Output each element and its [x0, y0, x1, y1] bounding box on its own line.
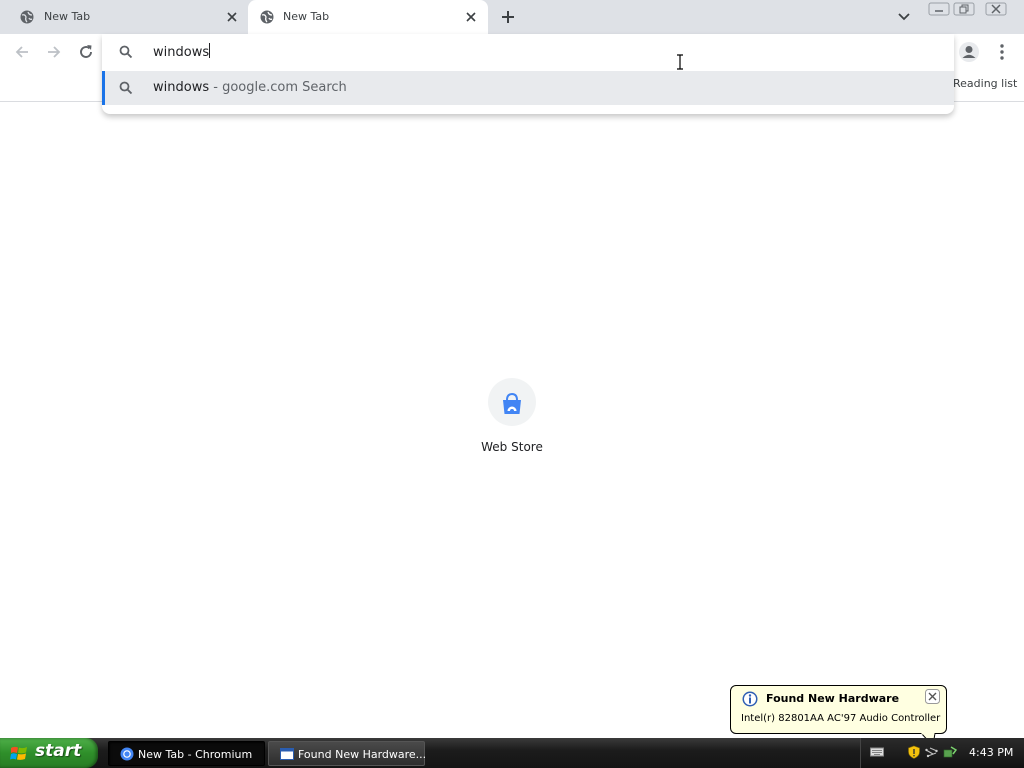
- omnibox-suggestion[interactable]: windows - google.com Search: [102, 71, 954, 105]
- taskbar: start New Tab - Chromium Found New Hardw…: [0, 738, 1024, 768]
- tab-new-tab-2[interactable]: New Tab: [248, 0, 488, 34]
- close-tab-icon[interactable]: [464, 10, 478, 24]
- suggestion-query: windows: [153, 80, 210, 95]
- close-window-icon[interactable]: [985, 2, 1007, 16]
- info-icon: [742, 691, 758, 707]
- taskbar-item-label: Found New Hardware...: [298, 748, 427, 761]
- system-tray: 4:43 PM: [860, 738, 1024, 768]
- profile-avatar-icon[interactable]: [958, 41, 980, 63]
- shortcut-web-store[interactable]: Web Store: [472, 376, 552, 466]
- search-icon: [119, 81, 133, 95]
- minimize-window-icon[interactable]: [928, 2, 950, 16]
- text-cursor-icon: [677, 54, 683, 70]
- window-icon: [280, 748, 294, 760]
- address-bar-value: windows: [153, 45, 210, 60]
- security-shield-icon[interactable]: [907, 745, 921, 759]
- hardware-icon[interactable]: [943, 745, 957, 759]
- selection-indicator: [102, 71, 105, 105]
- shortcut-label: Web Store: [481, 440, 543, 454]
- chevron-down-icon[interactable]: [897, 11, 911, 23]
- more-menu-icon[interactable]: [996, 43, 1008, 61]
- tab-new-tab-1[interactable]: New Tab: [0, 0, 246, 34]
- tab-strip: New Tab New Tab: [0, 0, 1024, 34]
- balloon-message: Intel(r) 82801AA AC'97 Audio Controller: [741, 713, 941, 724]
- network-icon[interactable]: [925, 745, 939, 759]
- keyboard-icon[interactable]: [870, 745, 884, 759]
- address-bar-input[interactable]: windows: [102, 34, 954, 70]
- text-caret: [209, 43, 211, 58]
- reload-icon[interactable]: [77, 43, 95, 61]
- shortcut-tile: [488, 378, 536, 426]
- chromium-icon: [120, 747, 134, 761]
- reading-list-button[interactable]: Reading list: [953, 77, 1017, 90]
- start-button[interactable]: start: [0, 738, 98, 768]
- clock: 4:43 PM: [969, 746, 1014, 759]
- suggestion-suffix: - google.com Search: [209, 80, 347, 95]
- forward-arrow-icon[interactable]: [45, 43, 63, 61]
- tab-title: New Tab: [44, 10, 91, 23]
- globe-icon: [260, 10, 274, 24]
- start-label: start: [35, 741, 82, 761]
- close-icon[interactable]: [925, 689, 940, 704]
- balloon-title: Found New Hardware: [766, 692, 900, 705]
- web-store-icon: [503, 392, 521, 414]
- back-arrow-icon[interactable]: [13, 43, 31, 61]
- search-icon: [119, 45, 133, 59]
- restore-window-icon[interactable]: [953, 2, 975, 16]
- taskbar-item-label: New Tab - Chromium: [138, 748, 253, 761]
- found-new-hardware-balloon[interactable]: Found New Hardware Intel(r) 82801AA AC'9…: [730, 685, 947, 734]
- taskbar-item-found-new-hardware[interactable]: Found New Hardware...: [268, 741, 427, 766]
- omnibox-dropdown: windows windows - google.com Search: [102, 34, 954, 114]
- windows-flag-icon: [10, 746, 27, 760]
- tab-title: New Tab: [283, 10, 330, 23]
- globe-icon: [20, 10, 34, 24]
- new-tab-plus-icon[interactable]: [500, 9, 516, 25]
- close-tab-icon[interactable]: [225, 10, 239, 24]
- taskbar-item-chromium[interactable]: New Tab - Chromium: [108, 741, 265, 766]
